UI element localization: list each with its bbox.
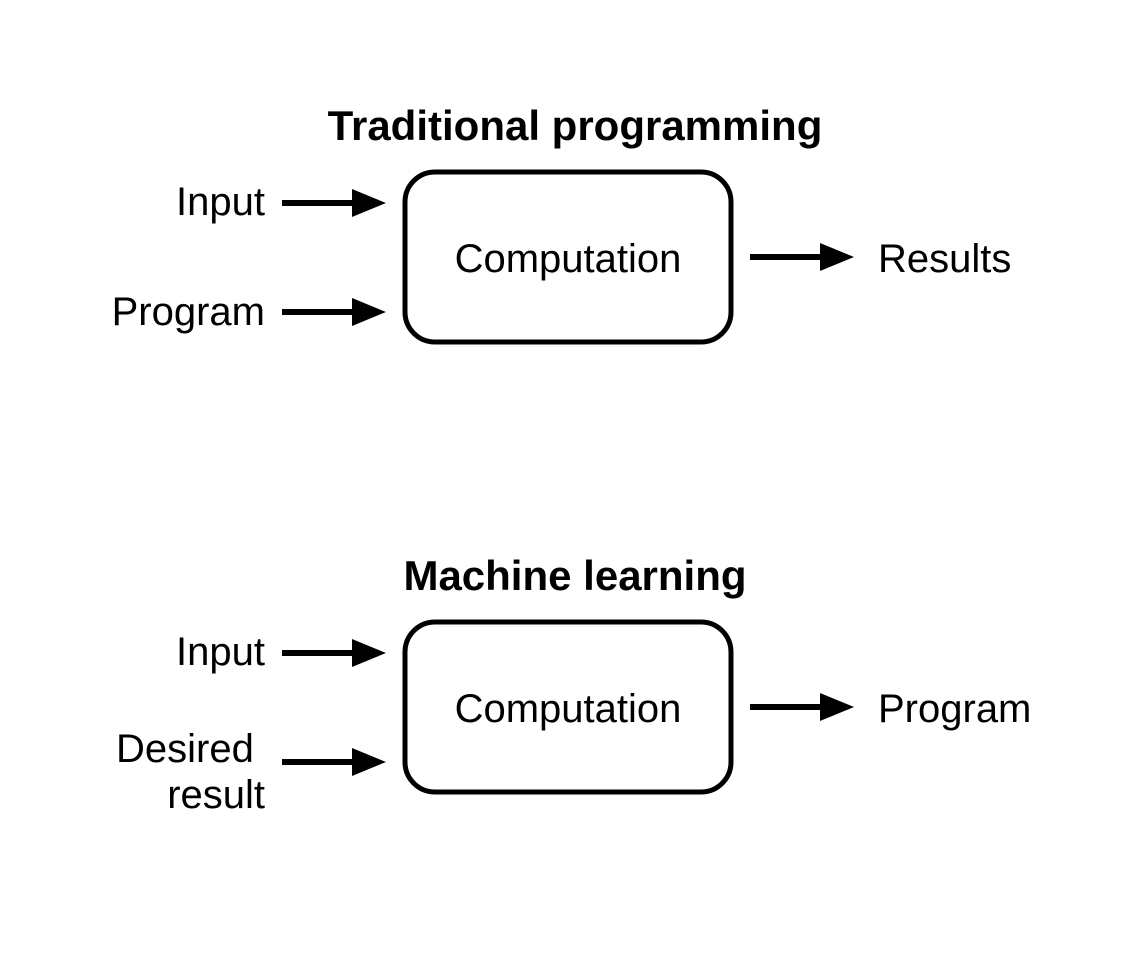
diagram-ml: Machine learning Input Desired result Co…: [116, 552, 1031, 817]
ml-title: Machine learning: [403, 552, 746, 599]
ml-input-1: Desired result: [116, 727, 265, 817]
traditional-output: Results: [878, 237, 1011, 281]
arrow-icon: [282, 298, 386, 326]
ml-process: Computation: [455, 687, 682, 731]
diagram-traditional: Traditional programming Input Program Co…: [112, 102, 1012, 342]
arrow-icon: [282, 189, 386, 217]
arrow-icon: [750, 693, 854, 721]
traditional-process: Computation: [455, 237, 682, 281]
traditional-input-0: Input: [176, 180, 265, 224]
ml-output: Program: [878, 687, 1031, 731]
arrow-icon: [282, 748, 386, 776]
traditional-input-1: Program: [112, 290, 265, 334]
ml-input-0: Input: [176, 630, 265, 674]
traditional-title: Traditional programming: [328, 102, 823, 149]
arrow-icon: [282, 639, 386, 667]
arrow-icon: [750, 243, 854, 271]
diagram-canvas: Traditional programming Input Program Co…: [0, 0, 1138, 977]
